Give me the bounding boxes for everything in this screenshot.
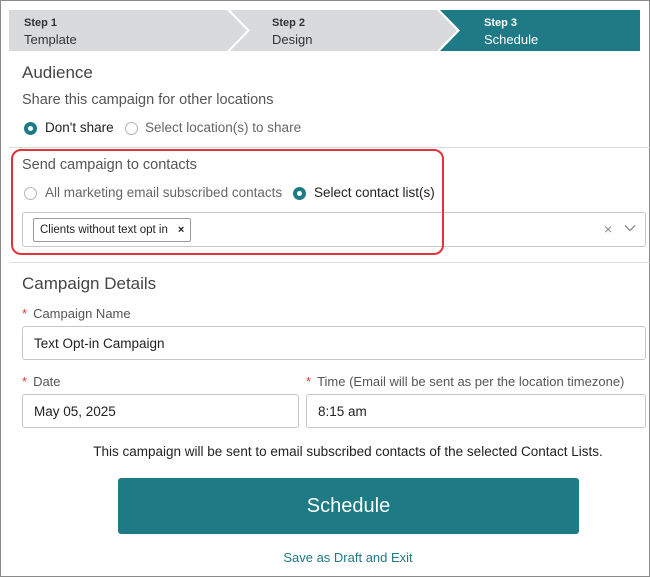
step-3-shape[interactable]	[440, 10, 640, 51]
schedule-button[interactable]: Schedule	[118, 478, 579, 534]
stepper-background	[9, 10, 640, 51]
time-input[interactable]: 8:15 am	[306, 394, 646, 428]
step-3[interactable]: Step 3 Schedule	[484, 15, 538, 48]
time-label-text: Time (Email will be sent as per the loca…	[317, 374, 625, 389]
dont-share-label[interactable]: Don't share	[45, 120, 114, 135]
save-draft-link[interactable]: Save as Draft and Exit	[0, 550, 650, 565]
step-1[interactable]: Step 1 Template	[24, 15, 77, 48]
section-divider-2	[9, 262, 650, 263]
date-label: * Date	[22, 374, 61, 389]
step-2-name: Design	[272, 32, 313, 47]
step-3-name: Schedule	[484, 32, 539, 47]
step-3-number: Step 3	[484, 17, 518, 29]
time-label: * Time (Email will be sent as per the loc…	[306, 374, 624, 389]
step-2-number: Step 2	[272, 17, 306, 29]
dont-share-radio[interactable]	[24, 122, 37, 135]
clear-selection-icon[interactable]: ×	[604, 221, 612, 237]
required-mark: *	[22, 374, 28, 389]
audience-title: Audience	[22, 63, 93, 82]
section-divider	[9, 147, 650, 148]
stepper: Step 1 Template Step 2 Design Step 3 Sch…	[9, 10, 640, 51]
schedule-note: This campaign will be sent to email subs…	[93, 444, 603, 459]
step-1-name: Template	[24, 32, 77, 47]
date-label-text: Date	[33, 374, 61, 389]
required-mark: *	[306, 374, 312, 389]
step-2-shape[interactable]	[230, 10, 457, 51]
required-mark: *	[22, 306, 28, 321]
highlight-box	[11, 149, 444, 255]
step-1-number: Step 1	[24, 17, 58, 29]
chevron-down-icon[interactable]	[623, 221, 637, 235]
campaign-name-input[interactable]: Text Opt-in Campaign	[22, 326, 646, 360]
select-locations-radio[interactable]	[125, 122, 138, 135]
campaign-details-title: Campaign Details	[22, 274, 157, 293]
date-input[interactable]: May 05, 2025	[22, 394, 299, 428]
share-question: Share this campaign for other locations	[22, 92, 274, 108]
campaign-name-label: * Campaign Name	[22, 306, 131, 321]
campaign-name-label-text: Campaign Name	[33, 306, 131, 321]
step-2[interactable]: Step 2 Design	[272, 15, 312, 48]
select-locations-label[interactable]: Select location(s) to share	[145, 120, 301, 135]
